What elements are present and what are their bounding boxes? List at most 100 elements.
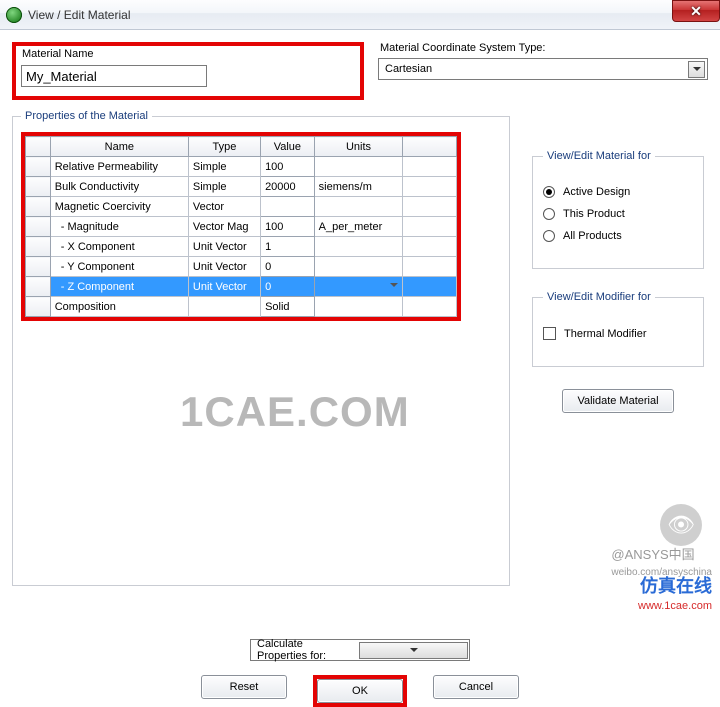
coord-combo[interactable]: Cartesian: [378, 58, 708, 80]
material-name-input[interactable]: [21, 65, 207, 87]
cell-value[interactable]: 0: [261, 277, 315, 297]
row-header: [26, 237, 51, 257]
row-header: [26, 257, 51, 277]
modifier-fieldset: View/Edit Modifier for Thermal Modifier: [532, 291, 704, 367]
table-row[interactable]: - Z ComponentUnit Vector0: [26, 277, 457, 297]
radio-option[interactable]: Active Design: [543, 186, 693, 198]
radio-icon: [543, 186, 555, 198]
col-units[interactable]: Units: [314, 137, 403, 157]
cell-units[interactable]: A_per_meter: [314, 217, 403, 237]
close-button[interactable]: ✕: [672, 0, 720, 22]
table-row[interactable]: - MagnitudeVector Mag100A_per_meter: [26, 217, 457, 237]
col-blank: [403, 137, 457, 157]
table-row[interactable]: Bulk ConductivitySimple20000siemens/m: [26, 177, 457, 197]
row-header: [26, 177, 51, 197]
cell-extra: [403, 257, 457, 277]
cell-type[interactable]: Vector Mag: [188, 217, 260, 237]
cell-units[interactable]: [314, 257, 403, 277]
col-name[interactable]: Name: [50, 137, 188, 157]
watermark: 仿真在线: [640, 572, 712, 598]
properties-fieldset: Properties of the Material Name Type Val…: [12, 110, 510, 586]
table-row[interactable]: - X ComponentUnit Vector1: [26, 237, 457, 257]
cell-type[interactable]: Unit Vector: [188, 277, 260, 297]
cell-name[interactable]: Magnetic Coercivity: [50, 197, 188, 217]
cell-type[interactable]: Unit Vector: [188, 237, 260, 257]
cell-units[interactable]: siemens/m: [314, 177, 403, 197]
cell-extra: [403, 157, 457, 177]
titlebar: View / Edit Material ✕: [0, 0, 720, 30]
cell-name[interactable]: - Y Component: [50, 257, 188, 277]
cell-value[interactable]: 1: [261, 237, 315, 257]
thermal-modifier-label: Thermal Modifier: [564, 328, 647, 340]
cancel-button[interactable]: Cancel: [433, 675, 519, 699]
calc-properties-combo[interactable]: Calculate Properties for:: [250, 639, 470, 661]
cell-units[interactable]: [314, 157, 403, 177]
cell-value[interactable]: Solid: [261, 297, 315, 317]
cell-value[interactable]: 0: [261, 257, 315, 277]
radio-label: This Product: [563, 208, 625, 220]
cell-name[interactable]: Bulk Conductivity: [50, 177, 188, 197]
cell-type[interactable]: Simple: [188, 157, 260, 177]
material-name-label: Material Name: [22, 48, 356, 60]
radio-icon: [543, 208, 555, 220]
cell-name[interactable]: - Z Component: [50, 277, 188, 297]
row-header: [26, 297, 51, 317]
radio-label: Active Design: [563, 186, 630, 198]
chevron-down-icon: [688, 61, 705, 78]
cell-extra: [403, 197, 457, 217]
cell-value[interactable]: 20000: [261, 177, 315, 197]
cell-units[interactable]: [314, 197, 403, 217]
checkbox-icon: [543, 327, 556, 340]
cell-name[interactable]: - X Component: [50, 237, 188, 257]
chevron-down-icon: [359, 642, 468, 659]
cell-value[interactable]: 100: [261, 157, 315, 177]
cell-extra: [403, 177, 457, 197]
cell-extra: [403, 297, 457, 317]
col-type[interactable]: Type: [188, 137, 260, 157]
view-for-legend: View/Edit Material for: [543, 150, 655, 162]
view-for-fieldset: View/Edit Material for Active Design This…: [532, 150, 704, 269]
cell-name[interactable]: Composition: [50, 297, 188, 317]
cell-units[interactable]: [314, 237, 403, 257]
close-icon: ✕: [690, 3, 702, 20]
coord-value: Cartesian: [385, 63, 432, 75]
reset-button[interactable]: Reset: [201, 675, 287, 699]
watermark: www.1cae.com: [638, 600, 712, 612]
cell-extra: [403, 277, 457, 297]
cell-type[interactable]: Vector: [188, 197, 260, 217]
watermark-logo: 👁: [660, 504, 702, 546]
cell-value[interactable]: 100: [261, 217, 315, 237]
cell-type[interactable]: Simple: [188, 177, 260, 197]
radio-option[interactable]: This Product: [543, 208, 693, 220]
window-title: View / Edit Material: [28, 8, 131, 22]
cell-name[interactable]: Relative Permeability: [50, 157, 188, 177]
properties-grid[interactable]: Name Type Value Units Relative Permeabil…: [21, 132, 461, 321]
coord-group: Material Coordinate System Type: Cartesi…: [378, 42, 708, 80]
thermal-modifier-check[interactable]: Thermal Modifier: [543, 327, 693, 340]
table-row[interactable]: Magnetic CoercivityVector: [26, 197, 457, 217]
row-header: [26, 157, 51, 177]
cell-type[interactable]: Unit Vector: [188, 257, 260, 277]
grid-header-row: Name Type Value Units: [26, 137, 457, 157]
calc-properties-label: Calculate Properties for:: [251, 638, 358, 662]
row-header: [26, 217, 51, 237]
table-row[interactable]: - Y ComponentUnit Vector0: [26, 257, 457, 277]
table-row[interactable]: Composition Solid: [26, 297, 457, 317]
properties-legend: Properties of the Material: [21, 110, 152, 122]
cell-extra: [403, 237, 457, 257]
cell-type[interactable]: [188, 297, 260, 317]
row-header: [26, 197, 51, 217]
ok-button[interactable]: OK: [317, 679, 403, 703]
cell-units[interactable]: [314, 297, 403, 317]
cell-value[interactable]: [261, 197, 315, 217]
modifier-legend: View/Edit Modifier for: [543, 291, 655, 303]
table-row[interactable]: Relative PermeabilitySimple100: [26, 157, 457, 177]
cell-extra: [403, 217, 457, 237]
validate-button[interactable]: Validate Material: [562, 389, 673, 413]
radio-option[interactable]: All Products: [543, 230, 693, 242]
cell-name[interactable]: - Magnitude: [50, 217, 188, 237]
col-value[interactable]: Value: [261, 137, 315, 157]
coord-label: Material Coordinate System Type:: [380, 42, 708, 54]
material-name-group: Material Name: [12, 42, 364, 100]
cell-units[interactable]: [314, 277, 403, 297]
